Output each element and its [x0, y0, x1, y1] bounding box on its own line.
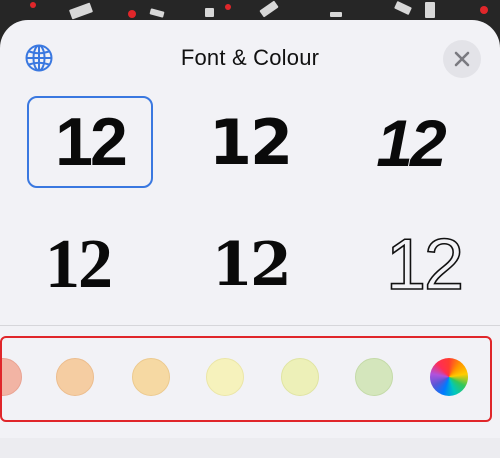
font-sample: 12: [45, 226, 113, 303]
colour-swatch-lime[interactable]: [281, 358, 319, 396]
font-sample: 12: [376, 106, 446, 180]
font-option-rounded-sans[interactable]: 12: [27, 96, 153, 188]
sheet-title: Font & Colour: [180, 45, 320, 70]
font-option-stencil-sans[interactable]: 12: [348, 98, 472, 188]
section-divider: [0, 325, 500, 326]
colour-swatch-row: [0, 336, 492, 422]
font-sample: 12: [385, 225, 465, 305]
colour-swatch-red[interactable]: [2, 358, 22, 396]
close-button[interactable]: [443, 40, 481, 78]
colour-swatch-amber[interactable]: [132, 358, 170, 396]
bottom-area: [0, 438, 500, 458]
colour-swatch-yellow[interactable]: [206, 358, 244, 396]
font-sample: 12: [208, 106, 293, 179]
close-icon: [454, 51, 470, 67]
font-options-grid: 12 12 12 12 12 12: [0, 94, 500, 324]
font-sample: 12: [55, 104, 128, 180]
font-colour-sheet: Font & Colour 12 12 12 12 12 12: [0, 20, 500, 458]
sheet-header: Font & Colour: [0, 20, 500, 100]
colour-swatch-green[interactable]: [355, 358, 393, 396]
font-option-outline[interactable]: 12: [362, 220, 486, 310]
font-option-geometric-sans[interactable]: 12: [188, 98, 312, 188]
colour-picker-custom[interactable]: [430, 358, 468, 396]
font-option-serif[interactable]: 12: [16, 220, 140, 310]
font-option-slab-serif[interactable]: 12: [188, 220, 312, 310]
colour-swatch-orange[interactable]: [56, 358, 94, 396]
font-sample: 12: [211, 230, 291, 300]
